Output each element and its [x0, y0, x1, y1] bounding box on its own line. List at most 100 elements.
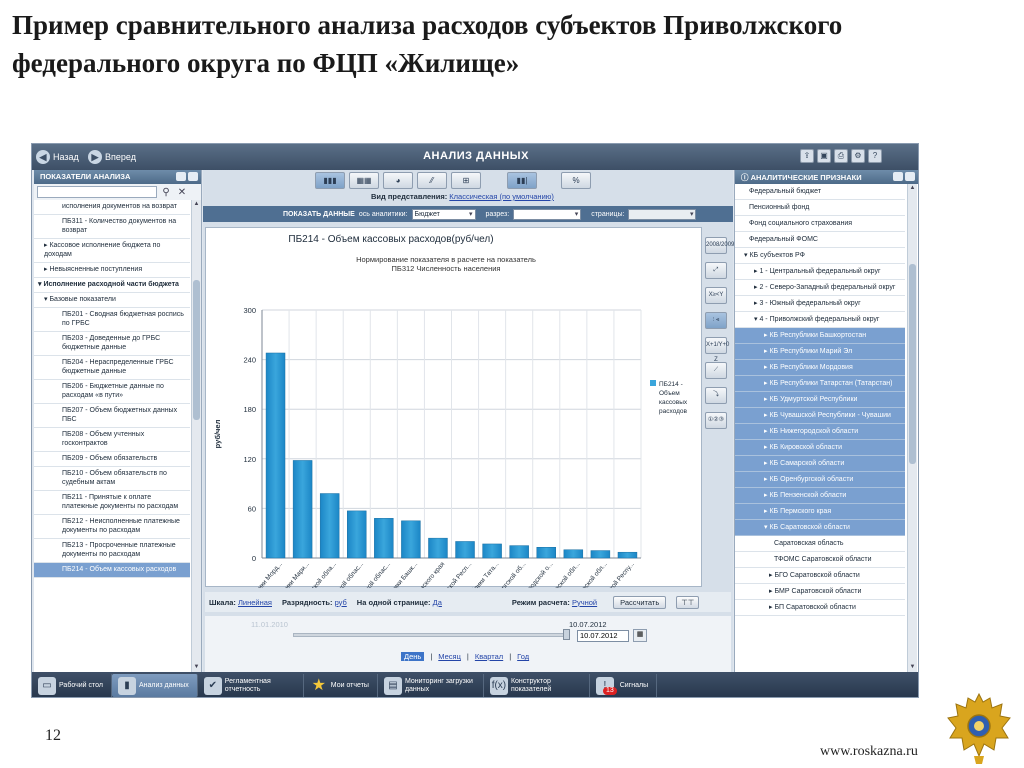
taskbar-item[interactable]: ! 13 Сигналы — [590, 674, 658, 697]
chart-tool-button[interactable]: ⤢ — [705, 262, 727, 279]
scroll-down-icon[interactable]: ▼ — [192, 663, 201, 672]
hierarchy-icon[interactable]: ⊤⊤ — [676, 595, 700, 609]
indicator-item[interactable]: ПБ206 - Бюджетные данные по расходам «в … — [34, 380, 190, 404]
chart-style-button[interactable]: ▮▮| — [507, 172, 537, 189]
chart-tool-button[interactable]: 2008/2009 — [705, 237, 734, 254]
attribute-item[interactable]: ▸ КБ Республики Мордовия — [735, 360, 905, 376]
indicator-item[interactable]: исполнения документов на возврат — [34, 200, 190, 215]
indicator-item[interactable]: ПБ201 - Сводная бюджетная роспись по ГРБ… — [34, 308, 190, 332]
percent-button[interactable]: % — [561, 172, 591, 189]
attributes-scrollbar[interactable]: ▲ ▼ — [907, 184, 917, 672]
indicator-item[interactable]: ПБ208 - Объем учтенных госконтрактов — [34, 428, 190, 452]
attribute-item[interactable]: ▸ БМР Саратовской области — [735, 584, 905, 600]
taskbar-item[interactable]: f(x) Конструктор показателей — [484, 674, 590, 697]
axis-select[interactable]: Бюджет — [411, 208, 476, 220]
chart-tool-button[interactable]: ⫶ ⫷ — [705, 312, 727, 329]
minimize-icon[interactable] — [176, 172, 186, 181]
calc-mode-link[interactable]: Ручной — [572, 598, 597, 607]
scroll-up-icon[interactable]: ▲ — [192, 200, 201, 209]
attribute-item[interactable]: ▸ КБ Кировской области — [735, 440, 905, 456]
restore-icon[interactable] — [905, 172, 915, 181]
print-icon[interactable]: ⎙ — [834, 149, 848, 163]
indicators-scrollbar[interactable]: ▲ ▼ — [191, 200, 201, 672]
attribute-item[interactable]: Фонд социального страхования — [735, 216, 905, 232]
calendar-icon[interactable]: ▦ — [633, 629, 647, 642]
pages-select[interactable] — [628, 208, 697, 220]
chart-tool-button[interactable]: X+1/Y+0 Z — [705, 337, 729, 363]
scroll-thumb[interactable] — [193, 280, 200, 420]
minimize-icon[interactable] — [893, 172, 903, 181]
chart-tool-button[interactable]: ①②③ — [705, 412, 727, 429]
attribute-item[interactable]: ▸ 1 - Центральный федеральный округ — [735, 264, 905, 280]
scroll-down-icon[interactable]: ▼ — [908, 663, 917, 672]
attribute-item[interactable]: ▸ КБ Удмуртской Республики — [735, 392, 905, 408]
scale-link[interactable]: Линейная — [238, 598, 272, 607]
indicator-item[interactable]: ▾ Базовые показатели — [34, 293, 190, 308]
calculate-button[interactable]: Рассчитать — [613, 595, 667, 609]
attribute-item[interactable]: ▸ 2 - Северо-Западный федеральный округ — [735, 280, 905, 296]
attribute-item[interactable]: ▸ КБ Республики Татарстан (Татарстан) — [735, 376, 905, 392]
period-option[interactable]: Квартал — [475, 652, 503, 661]
attribute-item[interactable]: Саратовская область — [735, 536, 905, 552]
taskbar-item[interactable]: ★ Мои отчеты — [304, 674, 378, 697]
attribute-item[interactable]: ▸ КБ Чувашской Республики - Чувашии — [735, 408, 905, 424]
attribute-item[interactable]: Пенсионный фонд — [735, 200, 905, 216]
attribute-item[interactable]: ▸ КБ Пермского края — [735, 504, 905, 520]
save-icon[interactable]: ▣ — [817, 149, 831, 163]
clear-icon[interactable]: ✕ — [175, 187, 189, 198]
indicator-item[interactable]: ПБ210 - Объем обязательств по судебным а… — [34, 467, 190, 491]
attribute-item[interactable]: ▸ КБ Самарской области — [735, 456, 905, 472]
attribute-item[interactable]: ▸ КБ Пензенской области — [735, 488, 905, 504]
attribute-item[interactable]: ТФОМС Саратовской области — [735, 552, 905, 568]
date-input[interactable]: 10.07.2012 — [577, 630, 629, 642]
attribute-item[interactable]: ▸ КБ Нижегородской области — [735, 424, 905, 440]
indicator-item[interactable]: ПБ214 - Объем кассовых расходов — [34, 563, 190, 578]
attribute-item[interactable]: ▸ 3 - Южный федеральный округ — [735, 296, 905, 312]
attribute-item[interactable]: ▸ КБ Республики Марий Эл — [735, 344, 905, 360]
chart-tool-button[interactable]: ⤵ — [705, 387, 727, 404]
back-button[interactable]: ◀ Назад — [36, 148, 79, 166]
chart-tool-button[interactable]: ⟋ — [705, 362, 727, 379]
cut-select[interactable] — [513, 208, 582, 220]
period-option[interactable]: Год — [517, 652, 529, 661]
timeline-track[interactable] — [293, 633, 565, 637]
scroll-thumb[interactable] — [909, 264, 916, 464]
indicator-item[interactable]: ПБ212 - Неисполненные платежные документ… — [34, 515, 190, 539]
indicator-item[interactable]: ПБ207 - Объем бюджетных данных ПБС — [34, 404, 190, 428]
scroll-up-icon[interactable]: ▲ — [908, 184, 917, 193]
attribute-item[interactable]: ▾ КБ субъектов РФ — [735, 248, 905, 264]
view-mode-button[interactable]: ⊞ — [451, 172, 481, 189]
view-mode-button[interactable]: ▦▦ — [349, 172, 379, 189]
per-page-link[interactable]: Да — [433, 598, 442, 607]
indicator-item[interactable]: ПБ311 - Количество документов на возврат — [34, 215, 190, 239]
taskbar-item[interactable]: ▭ Рабочий стол — [32, 674, 112, 697]
view-mode-button[interactable]: ▮▮▮ — [315, 172, 345, 189]
attribute-item[interactable]: ▾ 4 - Приволжский федеральный округ — [735, 312, 905, 328]
chart-tool-button[interactable]: X≥<Y — [705, 287, 727, 304]
period-option[interactable]: Месяц — [438, 652, 461, 661]
timeline-handle[interactable] — [563, 629, 570, 640]
indicator-item[interactable]: ▾ Исполнение расходной части бюджета — [34, 278, 190, 293]
indicator-search-input[interactable] — [37, 186, 157, 198]
indicator-item[interactable]: ПБ209 - Объем обязательств — [34, 452, 190, 467]
indicator-item[interactable]: ПБ211 - Принятые к оплате платежные доку… — [34, 491, 190, 515]
forward-button[interactable]: ▶ Вперед — [88, 148, 136, 166]
view-mode-button[interactable]: ⁄⁄ — [417, 172, 447, 189]
indicator-item[interactable]: ПБ204 - Нераспределенные ГРБС бюджетные … — [34, 356, 190, 380]
indicator-item[interactable]: ПБ213 - Просроченные платежные документы… — [34, 539, 190, 563]
taskbar-item[interactable]: ✔ Регламентная отчетность — [198, 674, 304, 697]
export-icon[interactable]: ⇪ — [800, 149, 814, 163]
restore-icon[interactable] — [188, 172, 198, 181]
attribute-item[interactable]: ▸ КБ Республики Башкортостан — [735, 328, 905, 344]
taskbar-item[interactable]: ▮ Анализ данных — [111, 674, 198, 697]
attribute-item[interactable]: Федеральный ФОМС — [735, 232, 905, 248]
attribute-item[interactable]: ▸ БП Саратовской области — [735, 600, 905, 616]
period-option[interactable]: День — [401, 652, 425, 661]
indicator-item[interactable]: ▸ Невыясненные поступления — [34, 263, 190, 278]
attribute-item[interactable]: Федеральный бюджет — [735, 184, 905, 200]
help-icon[interactable]: ? — [868, 149, 882, 163]
indicator-item[interactable]: ▸ Кассовое исполнение бюджета по доходам — [34, 239, 190, 263]
view-mode-button[interactable]: ◕ — [383, 172, 413, 189]
attribute-item[interactable]: ▸ БГО Саратовской области — [735, 568, 905, 584]
taskbar-item[interactable]: ▤ Мониторинг загрузки данных — [378, 674, 484, 697]
